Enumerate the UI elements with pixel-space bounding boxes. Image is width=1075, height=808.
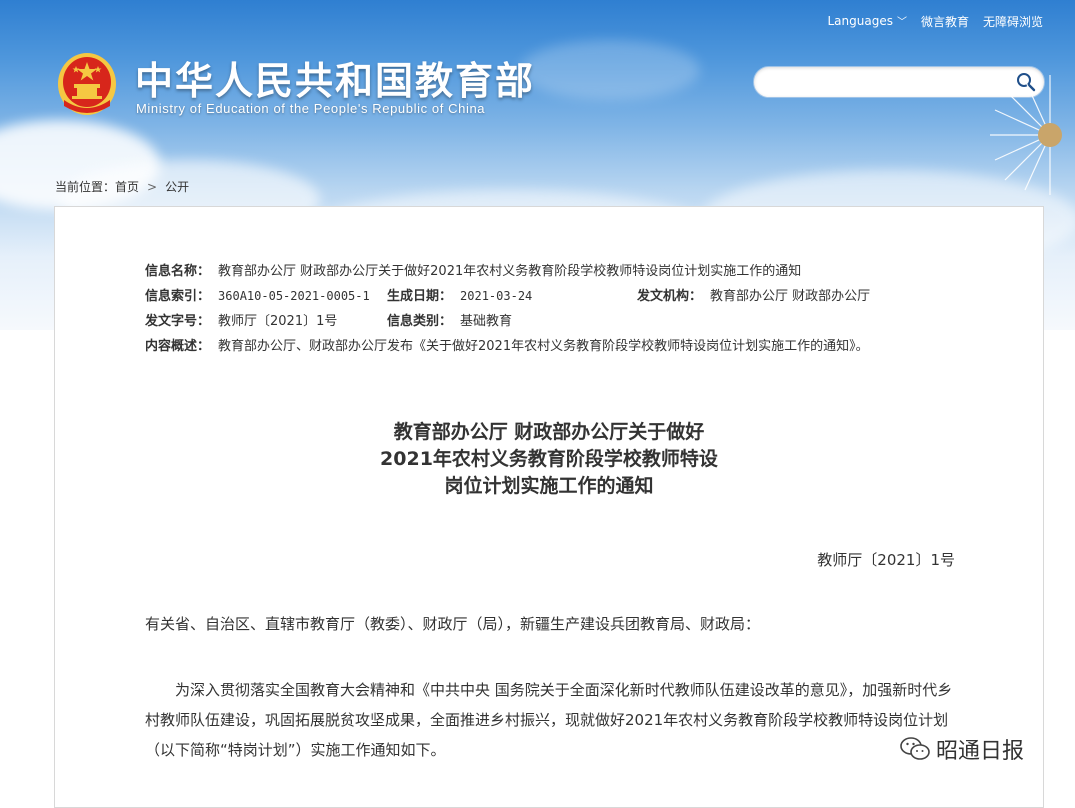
breadcrumb: 当前位置：首页 > 公开: [55, 178, 189, 195]
body-paragraph: 为深入贯彻落实全国教育大会精神和《中共中央 国务院关于全面深化新时代教师队伍建设…: [145, 681, 953, 759]
meta-row-name: 信息名称： 教育部办公厅 财政部办公厅关于做好2021年农村义务教育阶段学校教师特…: [145, 259, 869, 284]
summary-value: 教育部办公厅、财政部办公厅发布《关于做好2021年农村义务教育阶段学校教师特设岗…: [218, 339, 869, 354]
name-value: 教育部办公厅 财政部办公厅关于做好2021年农村义务教育阶段学校教师特设岗位计划…: [218, 264, 802, 279]
search-input[interactable]: [766, 72, 1010, 94]
date-value: 2021-03-24: [460, 289, 533, 303]
title-line-2: 2021年农村义务教育阶段学校教师特设: [380, 448, 718, 470]
breadcrumb-home-link[interactable]: 首页: [115, 180, 139, 194]
languages-menu[interactable]: Languages ﹀: [827, 13, 906, 30]
docno-label: 发文字号：: [145, 314, 211, 329]
breadcrumb-prefix: 当前位置：: [55, 180, 116, 194]
watermark-text: 昭通日报: [936, 739, 1025, 764]
index-label: 信息索引：: [145, 289, 211, 304]
summary-label: 内容概述：: [145, 339, 211, 354]
chevron-down-icon: ﹀: [896, 17, 907, 28]
emblem-icon[interactable]: [56, 50, 118, 116]
org-label: 发文机构：: [637, 289, 703, 304]
meta-row-index: 信息索引： 360A10-05-2021-0005-1 生成日期： 2021-03-…: [145, 284, 871, 309]
weibo-link[interactable]: 微言教育: [921, 13, 969, 30]
docno-value: 教师厅〔2021〕1号: [218, 314, 338, 329]
salutation-paragraph: 有关省、自治区、直辖市教育厅（教委）、财政厅（局），新疆生产建设兵团教育局、财政…: [145, 615, 761, 633]
site-subtitle: Ministry of Education of the People's Re…: [136, 101, 486, 116]
title-line-1: 教育部办公厅 财政部办公厅关于做好: [393, 421, 705, 443]
chevron-right-icon: >: [147, 180, 158, 194]
dandelion-decoration-icon: [990, 75, 1062, 195]
document-title: 教育部办公厅 财政部办公厅关于做好 2021年农村义务教育阶段学校教师特设 岗位…: [55, 419, 1043, 500]
content-panel: 信息名称： 教育部办公厅 财政部办公厅关于做好2021年农村义务教育阶段学校教师特…: [54, 206, 1044, 808]
wechat-icon: [900, 737, 930, 760]
meta-row-summary: 内容概述： 教育部办公厅、财政部办公厅发布《关于做好2021年农村义务教育阶段学校…: [145, 334, 869, 359]
watermark: 昭通日报: [900, 733, 1024, 765]
category-label: 信息类别：: [387, 314, 453, 329]
title-line-3: 岗位计划实施工作的通知: [444, 475, 654, 497]
top-links: Languages ﹀ 微言教育 无障碍浏览: [827, 13, 1043, 30]
meta-row-docno: 发文字号： 教师厅〔2021〕1号 信息类别： 基础教育: [145, 309, 869, 334]
date-label: 生成日期：: [387, 289, 453, 304]
document-number: 教师厅〔2021〕1号: [817, 551, 955, 569]
org-value: 教育部办公厅 财政部办公厅: [710, 289, 871, 304]
category-value: 基础教育: [460, 314, 513, 329]
accessible-browse-link[interactable]: 无障碍浏览: [983, 13, 1043, 30]
name-label: 信息名称：: [145, 264, 211, 279]
index-value: 360A10-05-2021-0005-1: [218, 289, 370, 303]
info-metadata: 信息名称： 教育部办公厅 财政部办公厅关于做好2021年农村义务教育阶段学校教师特…: [145, 259, 871, 359]
breadcrumb-current-link[interactable]: 公开: [165, 180, 189, 194]
site-title[interactable]: 中华人民共和国教育部: [135, 50, 535, 105]
